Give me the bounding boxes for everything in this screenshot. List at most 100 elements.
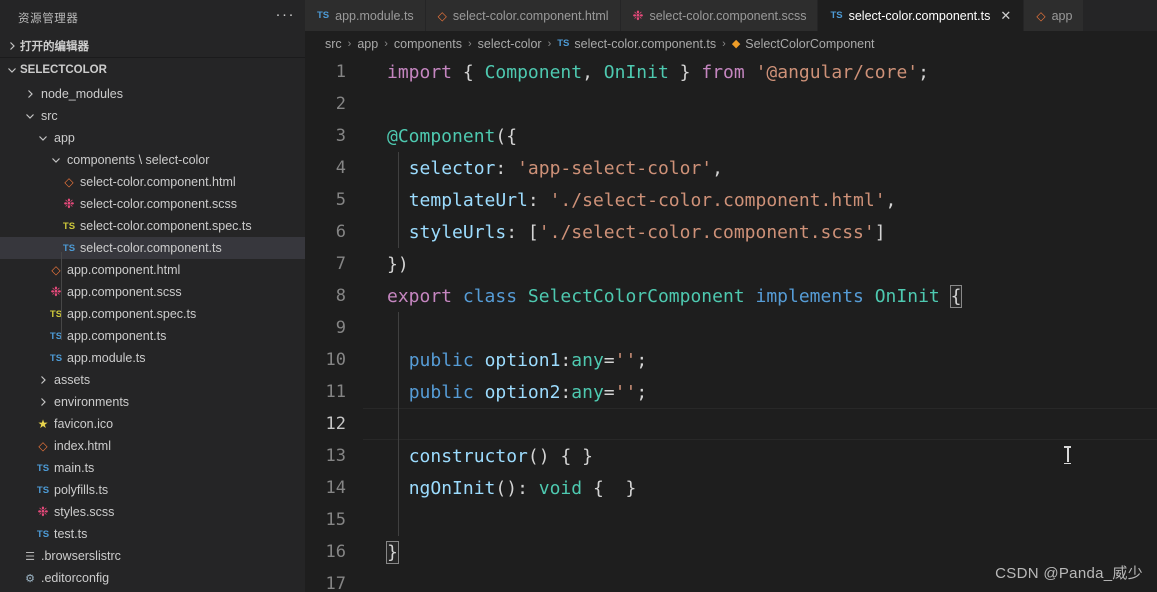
- tree-file-row[interactable]: TS select-color.component.ts: [0, 237, 305, 259]
- tree-folder-row[interactable]: components \ select-color: [0, 149, 305, 171]
- open-editors-section[interactable]: 打开的编辑器: [0, 35, 305, 58]
- chevron-right-icon: [21, 89, 39, 99]
- line-number: 16: [325, 542, 346, 562]
- breadcrumb-item[interactable]: src: [325, 37, 342, 51]
- editor-area: TS app.module.ts ◇ select-color.component.h…: [305, 0, 1157, 592]
- line-number: 15: [325, 510, 346, 530]
- breadcrumb-item[interactable]: select-color: [478, 37, 542, 51]
- line-number: 5: [335, 190, 346, 210]
- code-line-text: }): [387, 253, 409, 275]
- tree-item-label: app.module.ts: [67, 351, 146, 365]
- scss-file-icon: ❉: [632, 7, 644, 23]
- editor-tab[interactable]: TS app.module.ts: [305, 0, 426, 31]
- tree-file-row[interactable]: TS app.component.spec.ts: [0, 303, 305, 325]
- tree-folder-row[interactable]: node_modules: [0, 83, 305, 105]
- editor-tab[interactable]: TS select-color.component.ts ✕: [818, 0, 1025, 31]
- tab-label: app.module.ts: [335, 8, 414, 23]
- tab-close-icon[interactable]: ✕: [999, 9, 1012, 22]
- code-line: 1 import { Component, OnInit } from '@ang…: [305, 56, 1157, 88]
- breadcrumb-item[interactable]: ◆ SelectColorComponent: [732, 37, 875, 51]
- chevron-down-icon: [47, 155, 65, 165]
- spec-file-icon: TS: [62, 220, 76, 232]
- code-line: 15: [305, 504, 1157, 536]
- editor-tab[interactable]: ◇ select-color.component.html: [425, 0, 621, 31]
- breadcrumb-label: components: [393, 36, 462, 51]
- code-line: 14 ngOnInit(): void { }: [305, 472, 1157, 504]
- tree-file-row[interactable]: TS app.component.ts: [0, 325, 305, 347]
- tree-folder-row[interactable]: assets: [0, 369, 305, 391]
- tree-file-row[interactable]: TS polyfills.ts: [0, 479, 305, 501]
- tree-file-row[interactable]: TS app.module.ts: [0, 347, 305, 369]
- tree-item-label: app.component.spec.ts: [67, 307, 197, 321]
- tree-item-label: .browserslistrc: [41, 549, 121, 563]
- breadcrumb-item[interactable]: app: [357, 37, 378, 51]
- tree-file-row[interactable]: ◇ app.component.html: [0, 259, 305, 281]
- tree-item-label: node_modules: [41, 87, 124, 101]
- code-line-text: ngOnInit(): void { }: [408, 477, 637, 499]
- tree-folder-row[interactable]: app: [0, 127, 305, 149]
- scss-file-icon: ❉: [50, 284, 62, 299]
- tree-item-label: select-color.component.spec.ts: [80, 219, 252, 233]
- tree-file-row[interactable]: TS select-color.component.spec.ts: [0, 215, 305, 237]
- line-number: 9: [335, 318, 346, 338]
- tree-file-row[interactable]: ⚙ .editorconfig: [0, 567, 305, 589]
- line-number: 3: [335, 126, 346, 146]
- line-number: 11: [325, 382, 346, 402]
- explorer-more-actions-icon[interactable]: ···: [276, 7, 296, 25]
- code-editor[interactable]: 1 import { Component, OnInit } from '@ang…: [305, 56, 1157, 592]
- code-line: 10 public option1:any='';: [305, 344, 1157, 376]
- tab-label: select-color.component.html: [452, 8, 609, 23]
- tree-item-label: select-color.component.html: [80, 175, 236, 189]
- html-file-icon: ◇: [38, 439, 48, 453]
- explorer-sidebar: 资源管理器 ··· 打开的编辑器 SELECTCOLOR node_module…: [0, 0, 305, 592]
- tree-item-label: index.html: [54, 439, 111, 453]
- tree-item-label: app.component.ts: [67, 329, 167, 343]
- tree-item-label: environments: [54, 395, 130, 409]
- chevron-down-icon: [4, 65, 20, 75]
- ts-file-icon: TS: [36, 528, 50, 540]
- tree-file-row[interactable]: ◇ index.html: [0, 435, 305, 457]
- tree-file-row[interactable]: ❉ styles.scss: [0, 501, 305, 523]
- ts-file-icon: TS: [49, 352, 63, 364]
- indent-guide: [398, 312, 399, 536]
- tree-file-row[interactable]: ❉ select-color.component.scss: [0, 193, 305, 215]
- code-line-text: import { Component, OnInit } from '@angu…: [387, 61, 929, 83]
- breadcrumb-label: select-color.component.ts: [574, 36, 717, 51]
- html-file-icon: ◇: [437, 8, 447, 23]
- tree-file-row[interactable]: TS test.ts: [0, 523, 305, 545]
- code-line: 2: [305, 88, 1157, 120]
- editor-tab[interactable]: ◇ app: [1024, 0, 1085, 31]
- tree-file-row[interactable]: ◇ select-color.component.html: [0, 171, 305, 193]
- line-number: 17: [325, 574, 346, 592]
- tree-file-row[interactable]: ☰ .browserslistrc: [0, 545, 305, 567]
- tree-folder-row[interactable]: src: [0, 105, 305, 127]
- tree-file-row[interactable]: ★ favicon.ico: [0, 413, 305, 435]
- tree-file-row[interactable]: ❉ app.component.scss: [0, 281, 305, 303]
- code-line: 6 styleUrls: ['./select-color.component.…: [305, 216, 1157, 248]
- project-root-section[interactable]: SELECTCOLOR: [0, 58, 305, 81]
- code-line: 4 selector: 'app-select-color',: [305, 152, 1157, 184]
- code-line-text: public option2:any='';: [408, 381, 648, 403]
- tree-indent-guide: [61, 252, 62, 340]
- breadcrumb-item[interactable]: TS select-color.component.ts: [557, 37, 716, 51]
- tree-item-label: styles.scss: [54, 505, 115, 519]
- breadcrumb: src › app › components › select-color › TS select…: [305, 31, 1157, 56]
- ts-file-icon: TS: [317, 10, 330, 21]
- ts-file-icon: TS: [830, 10, 843, 21]
- tree-folder-row[interactable]: environments: [0, 391, 305, 413]
- breadcrumb-separator-icon: ›: [347, 37, 352, 50]
- code-line: 16}: [305, 536, 1157, 568]
- chevron-down-icon: [21, 111, 39, 121]
- line-number: 1: [335, 62, 346, 82]
- tree-file-row[interactable]: TS main.ts: [0, 457, 305, 479]
- editor-tab[interactable]: ❉ select-color.component.scss: [620, 0, 819, 31]
- breadcrumb-item[interactable]: components: [394, 37, 462, 51]
- project-root-label: SELECTCOLOR: [20, 63, 107, 76]
